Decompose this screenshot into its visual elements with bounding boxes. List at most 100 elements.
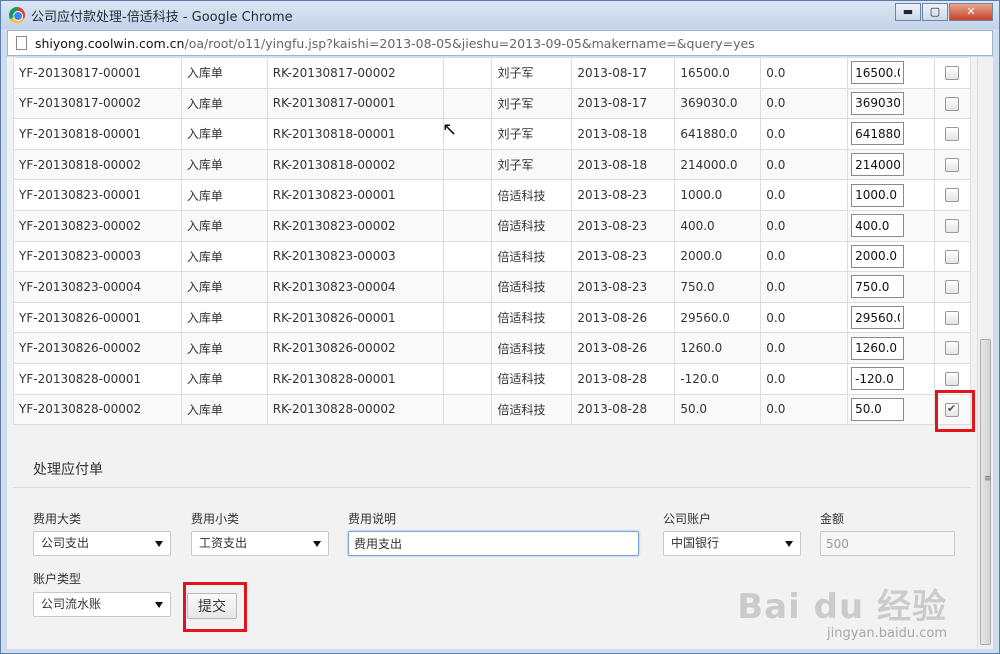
row-date: 2013-08-17 [571,87,676,120]
row-date: 2013-08-18 [571,148,676,181]
close-button[interactable]: ✕ [949,3,993,21]
row-type: 入库单 [180,393,268,426]
pay-amount-input[interactable] [851,214,905,238]
pay-amount-input[interactable] [851,336,905,360]
row-date: 2013-08-23 [571,209,676,242]
row-maker: 刘子军 [491,87,573,120]
row-checkbox[interactable] [944,127,959,142]
row-paid: 0.0 [760,87,849,120]
company-account-value: 中国银行 [671,536,720,550]
section-title: 处理应付单 [33,462,103,478]
row-paid: 0.0 [760,209,849,242]
row-ref: RK-20130826-00001 [266,301,444,334]
fee-category-select[interactable]: 公司支出 [33,531,171,556]
row-code: YF-20130817-00001 [13,57,182,89]
row-blank [442,332,493,364]
minimize-button[interactable]: ▬ [895,3,921,21]
row-maker: 刘子军 [491,118,573,150]
row-checkbox[interactable] [944,157,959,172]
pay-amount-input[interactable] [851,306,905,330]
vertical-scrollbar[interactable]: ≡ [977,57,993,649]
grip-icon: ≡ [984,474,992,484]
row-amount: 2000.0 [674,240,762,273]
row-select-cell [933,57,972,89]
fee-subcategory-select[interactable]: 工资支出 [191,531,329,556]
row-checkbox[interactable] [944,371,959,386]
pay-amount-input[interactable] [851,61,905,85]
pay-amount-input[interactable] [851,153,905,177]
row-checkbox[interactable] [944,249,959,264]
pay-amount-input[interactable] [851,275,905,299]
row-checkbox[interactable] [944,280,959,295]
row-paid: 0.0 [760,393,849,426]
row-type: 入库单 [180,332,268,364]
row-select-cell [933,301,972,334]
row-amount: 16500.0 [674,57,762,89]
row-code: YF-20130818-00002 [13,148,182,181]
pay-amount-input[interactable] [851,244,905,268]
row-checkbox[interactable] [944,310,959,325]
row-code: YF-20130817-00002 [13,87,182,120]
row-select-cell [933,209,972,242]
row-checkbox[interactable] [944,219,959,234]
scrollbar-thumb[interactable]: ≡ [980,339,992,645]
row-amount: 50.0 [674,393,762,426]
pay-amount-input[interactable] [851,397,905,421]
row-ref: RK-20130817-00001 [266,87,444,120]
row-blank [442,301,493,334]
row-checkbox[interactable] [944,66,959,81]
window-controls: ▬ ▢ ✕ [894,3,993,21]
row-blank [442,209,493,242]
row-pay-cell [847,301,935,334]
row-maker: 倍适科技 [491,301,573,334]
table-row: YF-20130823-00004 入库单 RK-20130823-00004 倍适科… [13,271,972,303]
row-type: 入库单 [180,148,268,181]
row-maker: 倍适科技 [491,240,573,273]
fee-category-value: 公司支出 [41,536,90,550]
fee-desc-input[interactable] [348,531,639,556]
amount-input[interactable] [820,531,955,556]
company-account-label: 公司账户 [663,512,712,526]
row-blank [442,87,493,120]
row-date: 2013-08-18 [571,118,676,150]
pay-amount-input[interactable] [851,122,905,146]
row-checkbox[interactable] [944,341,959,356]
address-bar[interactable]: shiyong.coolwin.com.cn/oa/root/o11/yingf… [7,30,993,56]
row-select-cell [933,332,972,364]
page-icon [16,36,27,50]
row-type: 入库单 [180,57,268,89]
maximize-button[interactable]: ▢ [922,3,948,21]
window-title: 公司应付款处理-倍适科技 - Google Chrome [31,9,293,25]
table-row: YF-20130823-00002 入库单 RK-20130823-00002 倍适科… [13,209,972,242]
pay-amount-input[interactable] [851,183,905,207]
row-code: YF-20130828-00001 [13,362,182,395]
pay-amount-input[interactable] [851,367,905,391]
pay-amount-input[interactable] [851,91,905,115]
row-pay-cell [847,179,935,211]
row-paid: 0.0 [760,332,849,364]
row-select-cell [933,148,972,181]
table-row: YF-20130823-00001 入库单 RK-20130823-00001 倍适科… [13,179,972,211]
browser-window: 公司应付款处理-倍适科技 - Google Chrome ▬ ▢ ✕ shiyo… [0,0,1000,654]
company-account-select[interactable]: 中国银行 [663,531,801,556]
url-text[interactable]: shiyong.coolwin.com.cn/oa/root/o11/yingf… [35,36,755,51]
row-maker: 倍适科技 [491,179,573,211]
row-code: YF-20130826-00001 [13,301,182,334]
row-maker: 刘子军 [491,57,573,89]
chevron-down-icon [155,602,163,608]
row-ref: RK-20130818-00002 [266,148,444,181]
row-checkbox[interactable] [944,96,959,111]
row-checkbox[interactable] [944,188,959,203]
row-type: 入库单 [180,301,268,334]
row-blank [442,271,493,303]
account-type-value: 公司流水账 [41,597,102,611]
account-type-select[interactable]: 公司流水账 [33,592,171,617]
table-row: YF-20130817-00002 入库单 RK-20130817-00001 刘子军… [13,87,972,120]
row-paid: 0.0 [760,148,849,181]
watermark-logo: Bai du 经验 [737,587,947,627]
table-row: YF-20130828-00001 入库单 RK-20130828-00001 倍适科… [13,362,972,395]
row-paid: 0.0 [760,179,849,211]
table-row: YF-20130826-00002 入库单 RK-20130826-00002 倍适科… [13,332,972,364]
table-row: YF-20130818-00002 入库单 RK-20130818-00002 刘子军… [13,148,972,181]
row-amount: 641880.0 [674,118,762,150]
